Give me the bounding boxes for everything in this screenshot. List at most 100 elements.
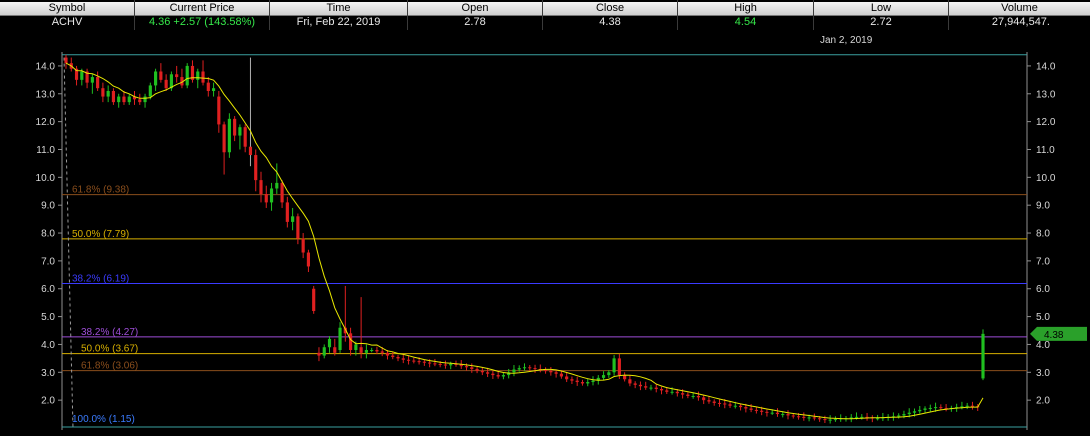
high-header[interactable]: High [678, 2, 813, 16]
candle-body [101, 88, 105, 97]
quote-col-symbol[interactable]: Symbol ACHV [0, 0, 135, 30]
candle-body [106, 90, 110, 97]
candle-body [707, 400, 711, 402]
candle-body [117, 96, 121, 103]
candle-body [322, 347, 326, 356]
cursor-date-label: Jan 2, 2019 [820, 35, 873, 46]
quote-col-time[interactable]: Time Fri, Feb 22, 2019 [270, 0, 408, 30]
symbol-header[interactable]: Symbol [0, 2, 134, 16]
candle-body [354, 344, 358, 351]
close-header[interactable]: Close [543, 2, 677, 16]
time-header[interactable]: Time [270, 2, 407, 16]
candle-body [164, 79, 168, 89]
y-tick-label-left: 13.0 [36, 89, 56, 100]
quote-col-volume[interactable]: Volume 27,944,547. [949, 0, 1090, 30]
candle-body [491, 373, 495, 376]
candle-body [111, 90, 116, 103]
candle-body [559, 373, 563, 377]
candle-body [738, 405, 743, 408]
y-tick-label-right: 12.0 [1036, 117, 1056, 128]
candle-body [812, 417, 816, 419]
price-chart[interactable]: 14.0 14.0 13.0 13.0 12.0 12.0 11.0 11.0 10.0 10.0… [0, 30, 1090, 436]
candle-body [649, 387, 653, 389]
candle-body [306, 252, 311, 267]
candle-body [327, 338, 332, 348]
y-tick-label-left: 6.0 [41, 284, 55, 295]
price-change: +2.57 (143.58%) [173, 16, 256, 28]
quote-col-close[interactable]: Close 4.38 [543, 0, 678, 30]
candle-body [696, 395, 700, 398]
volume-header[interactable]: Volume [949, 2, 1090, 16]
candle-body [628, 379, 632, 384]
candle-body [64, 57, 68, 64]
y-tick-label-right: 8.0 [1036, 229, 1050, 240]
y-tick-label-left: 12.0 [36, 117, 56, 128]
candle-body [391, 355, 395, 357]
candle-body [143, 96, 147, 103]
candle-body [227, 118, 231, 153]
candle-body [543, 370, 548, 372]
quote-col-low[interactable]: Low 2.72 [814, 0, 949, 30]
candle-body [723, 403, 727, 405]
candle-body [517, 368, 521, 370]
candle-body [412, 360, 416, 362]
candle-body [375, 350, 379, 352]
quote-col-open[interactable]: Open 2.78 [408, 0, 543, 30]
candle-body [248, 146, 253, 156]
candle-body [470, 367, 474, 369]
candle-body [933, 407, 938, 409]
y-tick-label-right: 3.0 [1036, 368, 1050, 379]
candle-body [833, 419, 838, 421]
current-price-header[interactable]: Current Price [135, 2, 269, 16]
candle-body [775, 412, 780, 415]
y-tick-label-right: 10.0 [1036, 173, 1056, 184]
candle-body [512, 369, 516, 373]
volume-value: 27,944,547. [991, 16, 1050, 28]
candle-body [681, 393, 685, 395]
fib-label-minor: 38.2% (4.27) [81, 327, 138, 338]
y-tick-label-right: 2.0 [1036, 396, 1050, 407]
candle-body [243, 127, 247, 147]
candle-body [275, 182, 279, 189]
candle-body [449, 363, 453, 366]
candle-body [475, 368, 479, 371]
candle-body [359, 347, 363, 353]
candle-body [691, 395, 695, 397]
candle-body [818, 418, 822, 420]
candle-body [127, 96, 131, 103]
candle-body [406, 359, 411, 361]
candle-body [591, 380, 595, 383]
candle-body [211, 88, 216, 91]
candle-body [918, 409, 922, 412]
candle-body [90, 77, 94, 83]
candle-body [575, 380, 579, 383]
candle-body [280, 182, 284, 203]
close-value: 4.38 [599, 16, 621, 28]
candle-body [206, 82, 210, 91]
candle-body [796, 416, 801, 418]
candle-body [217, 96, 221, 125]
fib-label-major: 50.0% (7.79) [72, 229, 129, 240]
y-tick-label-right: 5.0 [1036, 312, 1050, 323]
candle-body [501, 375, 506, 377]
open-header[interactable]: Open [408, 2, 542, 16]
candle-body [438, 363, 442, 365]
candle-body [385, 352, 390, 356]
quote-col-high[interactable]: High 4.54 [678, 0, 814, 30]
candle-body [533, 368, 537, 370]
y-tick-label-right: 14.0 [1036, 61, 1056, 72]
fib-trend-line [63, 57, 74, 429]
candle-body [96, 77, 100, 89]
y-tick-label-left: 14.0 [36, 61, 56, 72]
chart-labels: 4.38 [1030, 326, 1087, 341]
low-header[interactable]: Low [814, 2, 948, 16]
quote-col-current-price[interactable]: Current Price 4.36 +2.57 (143.58%) [135, 0, 270, 30]
fibonacci-levels: 61.8% (9.38) 50.0% (7.79) 38.2% (6.19) 100.… [62, 57, 1027, 429]
fib-label-major: 38.2% (6.19) [72, 273, 129, 284]
candle-body [754, 409, 758, 411]
y-tick-label-left: 2.0 [41, 396, 55, 407]
candle-body [765, 411, 769, 413]
candle-body [860, 416, 864, 418]
candle-body [254, 155, 258, 181]
high-value: 4.54 [734, 16, 757, 28]
